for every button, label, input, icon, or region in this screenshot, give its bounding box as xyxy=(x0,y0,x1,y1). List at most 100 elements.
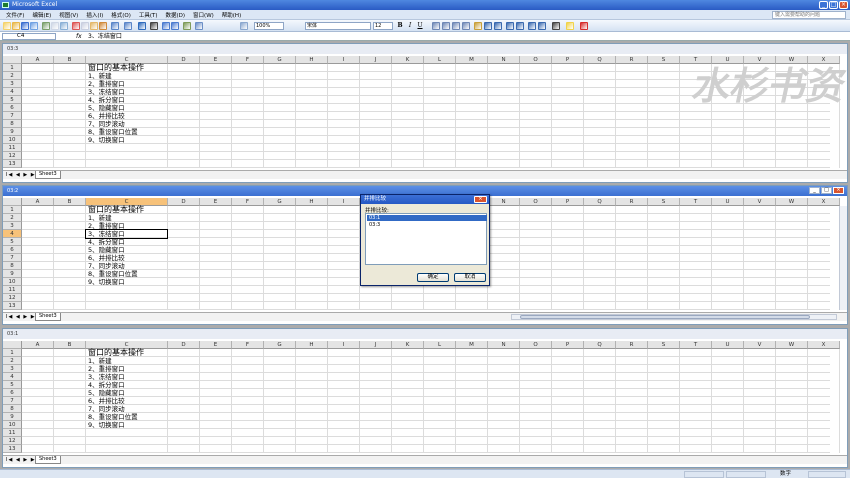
column-header[interactable]: D xyxy=(168,341,200,349)
list-item[interactable]: 03:1 xyxy=(367,215,487,221)
column-header[interactable]: R xyxy=(616,341,648,349)
close-button[interactable]: × xyxy=(839,1,848,9)
column-header[interactable]: A xyxy=(22,341,54,349)
undo-icon[interactable] xyxy=(111,22,119,30)
sheet-nav-buttons[interactable]: I◀ ◀ ▶ ▶I xyxy=(6,456,38,464)
drawing-icon[interactable] xyxy=(195,22,203,30)
column-header[interactable]: O xyxy=(520,56,552,64)
column-header[interactable]: S xyxy=(648,341,680,349)
column-header[interactable]: W xyxy=(776,198,808,206)
menu-item[interactable]: 插入(I) xyxy=(82,11,107,19)
decrease-indent-icon[interactable] xyxy=(528,22,536,30)
pane-restore-button[interactable]: □ xyxy=(821,187,832,194)
column-header[interactable]: F xyxy=(232,341,264,349)
cell-item[interactable]: 5、隐藏窗口 xyxy=(88,104,125,112)
menu-item[interactable]: 视图(V) xyxy=(55,11,82,19)
print-icon[interactable] xyxy=(42,22,50,30)
fill-color-icon[interactable] xyxy=(566,22,574,30)
cell-item[interactable]: 7、同步滚动 xyxy=(88,262,125,270)
permission-icon[interactable] xyxy=(30,22,38,30)
row-header[interactable]: 9 xyxy=(3,270,22,278)
dialog-close-icon[interactable]: × xyxy=(474,196,487,203)
column-header[interactable]: X xyxy=(808,341,840,349)
row-header[interactable]: 11 xyxy=(3,286,22,294)
cell-item[interactable]: 1、新建 xyxy=(88,357,112,365)
align-left-icon[interactable] xyxy=(432,22,440,30)
row-header[interactable]: 5 xyxy=(3,238,22,246)
row-header[interactable]: 9 xyxy=(3,128,22,136)
row-header[interactable]: 3 xyxy=(3,222,22,230)
row-header[interactable]: 10 xyxy=(3,421,22,429)
cell-title[interactable]: 窗口的基本操作 xyxy=(88,206,144,214)
format-painter-icon[interactable] xyxy=(99,22,107,30)
row-header[interactable]: 7 xyxy=(3,397,22,405)
column-header[interactable]: T xyxy=(680,341,712,349)
workbook-pane-1[interactable]: 03:1 A B C D E F G H I J K L M N O P Q R S T U V W X 1 2 3 4 5 6 7 8 9 10… xyxy=(2,328,848,468)
column-header[interactable]: H xyxy=(296,56,328,64)
row-header[interactable]: 13 xyxy=(3,302,22,310)
column-header[interactable]: E xyxy=(200,198,232,206)
workbook-list[interactable]: 03:1 03:3 xyxy=(365,213,487,265)
vertical-scrollbar[interactable] xyxy=(839,206,847,310)
cell-item[interactable]: 7、同步滚动 xyxy=(88,405,125,413)
help-icon[interactable] xyxy=(240,22,248,30)
column-header[interactable]: O xyxy=(520,341,552,349)
print-preview-icon[interactable] xyxy=(51,22,59,30)
column-header[interactable]: N xyxy=(488,198,520,206)
column-header[interactable]: B xyxy=(54,198,86,206)
sheet-tab[interactable]: Sheet3 xyxy=(35,171,61,179)
save-icon[interactable] xyxy=(21,22,29,30)
font-select[interactable]: 宋体 xyxy=(305,22,371,30)
row-header[interactable]: 12 xyxy=(3,437,22,445)
decrease-decimal-icon[interactable] xyxy=(516,22,524,30)
column-header[interactable]: F xyxy=(232,56,264,64)
row-header[interactable]: 5 xyxy=(3,96,22,104)
row-header[interactable]: 11 xyxy=(3,429,22,437)
row-header[interactable]: 12 xyxy=(3,152,22,160)
name-box[interactable]: C4 xyxy=(2,33,56,40)
column-header[interactable]: K xyxy=(392,341,424,349)
align-right-icon[interactable] xyxy=(452,22,460,30)
zoom-select[interactable]: 100% xyxy=(254,22,284,30)
column-header[interactable]: E xyxy=(200,341,232,349)
column-header[interactable]: Q xyxy=(584,341,616,349)
increase-indent-icon[interactable] xyxy=(538,22,546,30)
row-header[interactable]: 9 xyxy=(3,413,22,421)
column-header[interactable]: D xyxy=(168,56,200,64)
row-header[interactable]: 3 xyxy=(3,80,22,88)
cell-item[interactable]: 7、同步滚动 xyxy=(88,120,125,128)
fx-icon[interactable]: fx xyxy=(76,32,82,41)
sort-asc-icon[interactable] xyxy=(162,22,170,30)
menu-item[interactable]: 文件(F) xyxy=(2,11,28,19)
column-header[interactable]: O xyxy=(520,198,552,206)
row-header[interactable]: 3 xyxy=(3,365,22,373)
cell-item[interactable]: 5、隐藏窗口 xyxy=(88,246,125,254)
row-header[interactable]: 2 xyxy=(3,214,22,222)
menu-item[interactable]: 编辑(E) xyxy=(28,11,55,19)
help-search-input[interactable]: 键入需要帮助的问题 xyxy=(772,11,846,19)
column-header[interactable]: P xyxy=(552,56,584,64)
copy-icon[interactable] xyxy=(81,22,89,30)
select-all-corner[interactable] xyxy=(3,198,22,206)
menu-item[interactable]: 格式(O) xyxy=(107,11,135,19)
column-header[interactable]: W xyxy=(776,341,808,349)
column-header[interactable]: I xyxy=(328,341,360,349)
minimize-button[interactable]: _ xyxy=(819,1,828,9)
cell-item[interactable]: 4、拆分窗口 xyxy=(88,96,125,104)
row-header[interactable]: 8 xyxy=(3,405,22,413)
active-cell-selection[interactable] xyxy=(85,229,168,239)
sheet-tab[interactable]: Sheet3 xyxy=(35,313,61,321)
maximize-button[interactable]: □ xyxy=(829,1,838,9)
sheet-nav-buttons[interactable]: I◀ ◀ ▶ ▶I xyxy=(6,313,38,321)
column-header[interactable]: L xyxy=(424,56,456,64)
column-header[interactable]: F xyxy=(232,198,264,206)
row-header[interactable]: 13 xyxy=(3,445,22,453)
cell-item[interactable]: 6、并排比较 xyxy=(88,254,125,262)
bold-button[interactable]: B xyxy=(396,22,404,30)
column-header[interactable]: G xyxy=(264,341,296,349)
row-header[interactable]: 13 xyxy=(3,160,22,168)
menu-item[interactable]: 窗口(W) xyxy=(189,11,218,19)
column-header[interactable]: N xyxy=(488,341,520,349)
spelling-icon[interactable] xyxy=(60,22,68,30)
borders-icon[interactable] xyxy=(552,22,560,30)
